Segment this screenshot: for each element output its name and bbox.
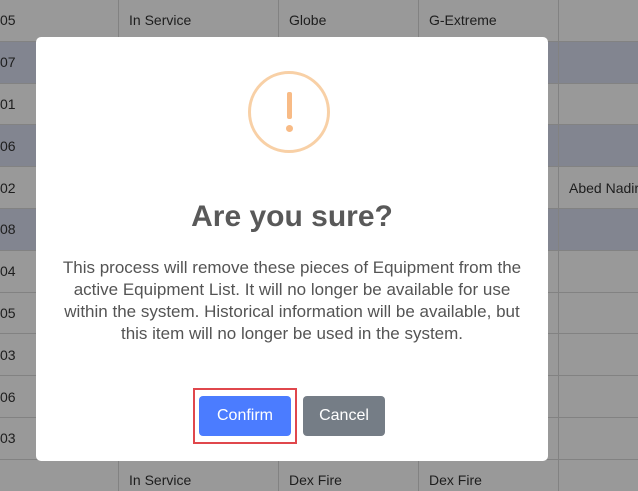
- page: 05 In Service Globe G-Extreme 07 01 06 02 Abed N…: [0, 0, 638, 491]
- exclamation-bar: [287, 92, 292, 119]
- dialog-message: This process will remove these pieces of…: [62, 258, 522, 343]
- confirm-button[interactable]: Confirm: [199, 396, 291, 436]
- cancel-button[interactable]: Cancel: [303, 396, 385, 436]
- dialog-title: Are you sure?: [191, 200, 393, 233]
- exclamation-dot: [286, 125, 293, 132]
- confirm-dialog: Are you sure? This process will remove t…: [36, 37, 548, 461]
- warning-icon: [248, 71, 330, 153]
